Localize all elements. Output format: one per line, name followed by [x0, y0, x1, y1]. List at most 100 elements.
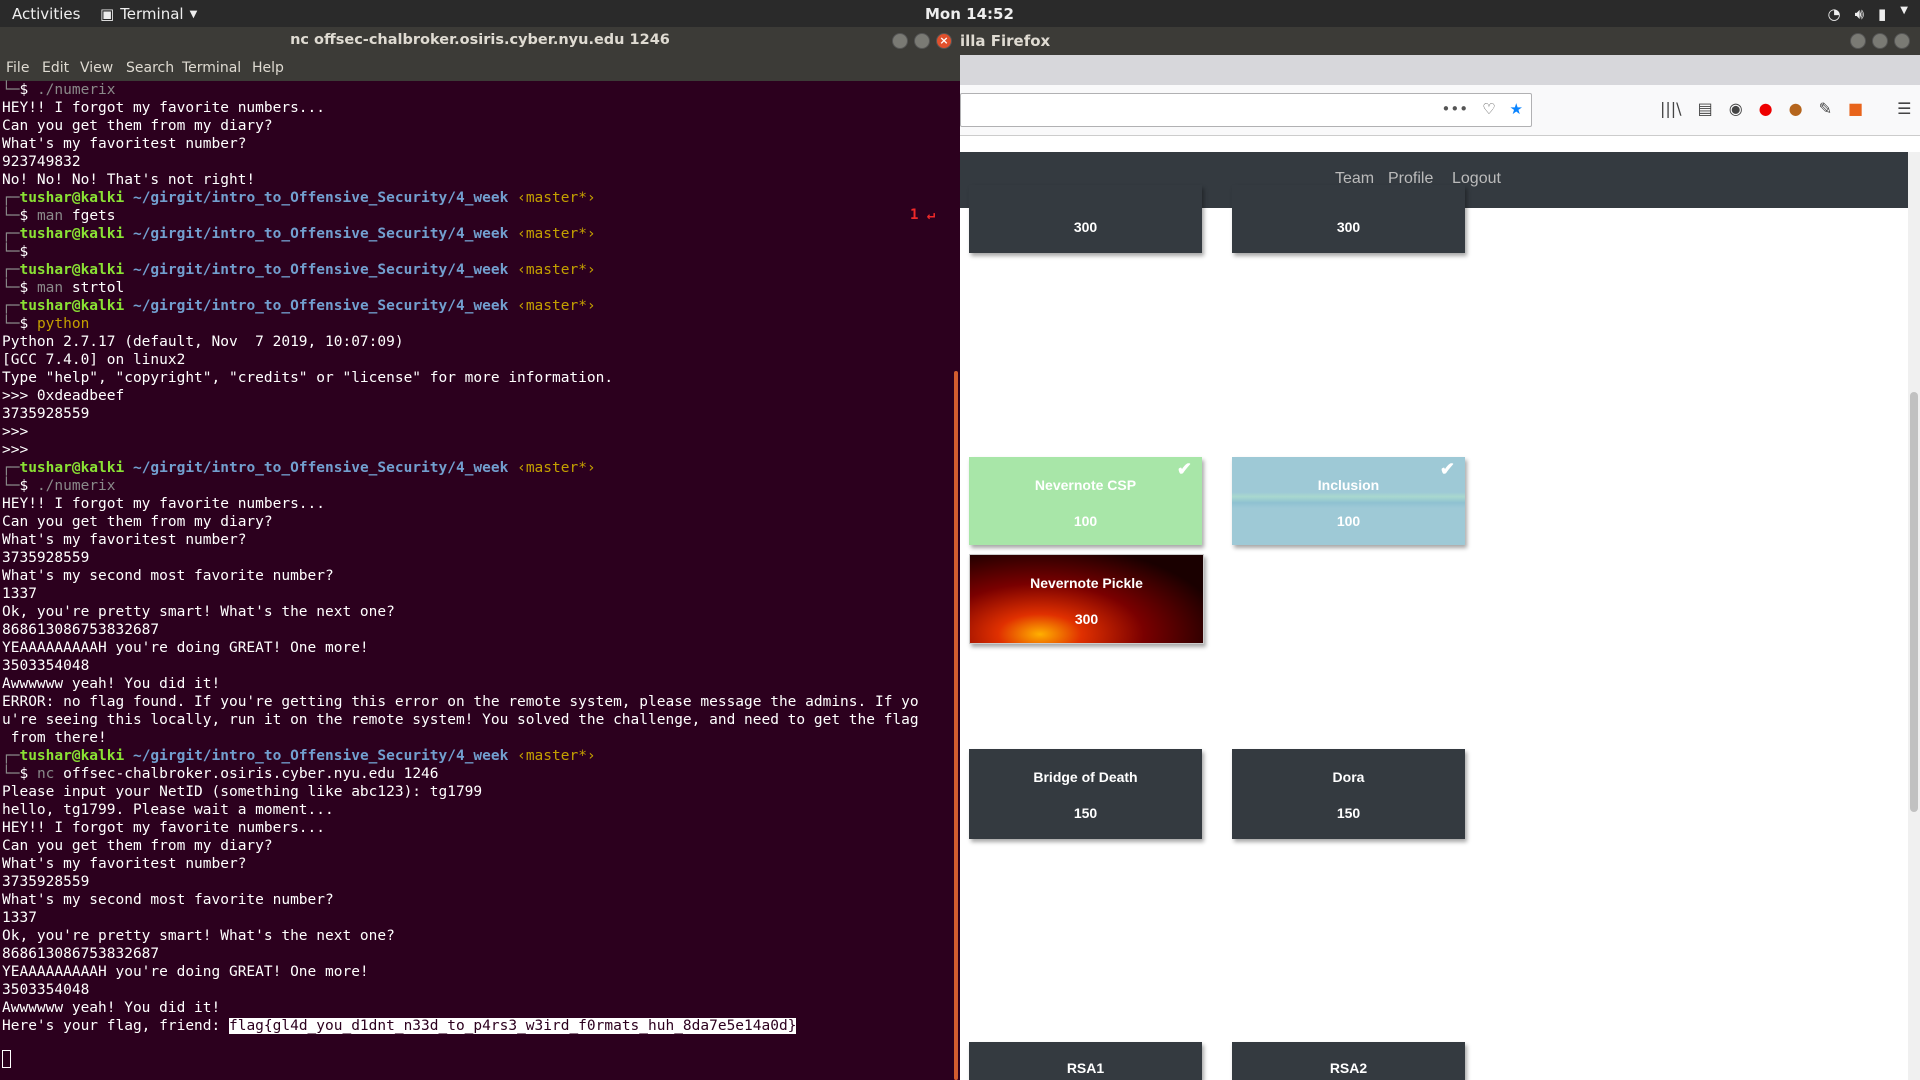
terminal-scrollbar[interactable]: [948, 81, 960, 1080]
library-icon[interactable]: |||\: [1660, 99, 1682, 118]
minimize-button[interactable]: [1850, 33, 1866, 49]
extension-o-icon[interactable]: ●: [1759, 99, 1773, 118]
app-menu[interactable]: ▣ Terminal ▼: [100, 5, 197, 23]
battery-icon: ▮: [1878, 5, 1887, 23]
challenge-name: Bridge of Death: [1033, 769, 1138, 785]
terminal-line: 3735928559: [2, 874, 90, 890]
terminal-line: Type "help", "copyright", "credits" or "…: [2, 370, 614, 386]
command-text: ./numerix: [36, 82, 116, 98]
terminal-line: Can you get them from my diary?: [2, 514, 273, 530]
terminal-line: 868613086753832687: [2, 946, 160, 962]
prompt-branch: ‹master*›: [517, 298, 596, 314]
terminal-line: No! No! No! That's not right!: [2, 172, 256, 188]
firefox-nav-bar: ••• ♡ ★ |||\ ▤ ◉ ● ● ✎ ■ ☰: [960, 85, 1920, 136]
terminal-app-icon: ▣: [100, 5, 115, 23]
flag-prefix: Here's your flag, friend:: [2, 1018, 229, 1034]
extension-notify-icon[interactable]: ✎: [1819, 99, 1832, 118]
url-bar[interactable]: ••• ♡ ★: [960, 93, 1532, 127]
firefox-titlebar[interactable]: illa Firefox: [960, 27, 1920, 55]
challenge-card[interactable]: RSA2: [1232, 1042, 1465, 1080]
maximize-button[interactable]: [914, 33, 930, 49]
menu-help[interactable]: Help: [252, 60, 284, 76]
extension-s-icon[interactable]: ■: [1848, 99, 1863, 118]
terminal-title: nc offsec-chalbroker.osiris.cyber.nyu.ed…: [290, 32, 670, 48]
challenge-name: RSA2: [1329, 1060, 1368, 1076]
terminal-line: HEY!! I forgot my favorite numbers...: [2, 496, 326, 512]
minimize-button[interactable]: [892, 33, 908, 49]
firefox-title: illa Firefox: [960, 32, 1051, 50]
challenge-card[interactable]: Bridge of Death 150: [969, 749, 1202, 839]
terminal-line: 3503354048: [2, 982, 90, 998]
terminal-line: [GCC 7.4.0] on linux2: [2, 352, 186, 368]
terminal-line: ERROR: no flag found. If you're getting …: [2, 694, 919, 710]
clock[interactable]: Mon 14:52: [925, 5, 1014, 23]
terminal-line: 3735928559: [2, 406, 90, 422]
challenge-card[interactable]: 300: [969, 185, 1202, 253]
prompt-line: ┌─tushar@kalki ~/girgit/intro_to_Offensi…: [2, 226, 596, 242]
menu-view[interactable]: View: [80, 60, 113, 76]
terminal-line: └─$ man strtol: [2, 280, 125, 296]
prompt-user: tushar@kalki: [19, 460, 125, 476]
terminal-line: Awwwwww yeah! You did it!: [2, 1000, 221, 1016]
menu-edit[interactable]: Edit: [42, 60, 69, 76]
app-menu-label: Terminal: [120, 5, 184, 23]
challenge-card[interactable]: Nevernote Pickle 300: [969, 554, 1204, 644]
terminal-line: What's my favoritest number?: [2, 136, 247, 152]
terminal-line: What's my second most favorite number?: [2, 568, 334, 584]
page-scrollbar[interactable]: [1908, 152, 1920, 1080]
challenge-name: Nevernote CSP: [1034, 477, 1137, 493]
activities-button[interactable]: Activities: [12, 5, 80, 23]
terminal-line: Can you get them from my diary?: [2, 118, 273, 134]
terminal-line: 868613086753832687: [2, 622, 160, 638]
terminal-line: Awwwwww yeah! You did it!: [2, 676, 221, 692]
prompt-line: ┌─tushar@kalki ~/girgit/intro_to_Offensi…: [2, 460, 596, 476]
challenge-card[interactable]: Dora 150: [1232, 749, 1465, 839]
challenge-card-solved[interactable]: ✔ Nevernote CSP 100: [969, 457, 1202, 545]
terminal-line: └─$ ./numerix: [2, 82, 116, 98]
challenge-points: 300: [1073, 219, 1098, 235]
chevron-down-icon: ▼: [189, 8, 198, 20]
close-button[interactable]: [1894, 33, 1910, 49]
prompt-branch: ‹master*›: [517, 226, 596, 242]
prompt-user: tushar@kalki: [19, 262, 125, 278]
menu-terminal[interactable]: Terminal: [182, 60, 241, 76]
account-icon[interactable]: ◉: [1729, 99, 1743, 118]
challenge-points: 150: [1073, 805, 1098, 821]
system-tray[interactable]: ◔ 🔊︎ ▮ ▼: [1827, 5, 1908, 23]
flag-selection[interactable]: flag{gl4d_you_d1dnt_n33d_to_p4rs3_w3ird_…: [228, 1018, 797, 1034]
prompt-user: tushar@kalki: [19, 226, 125, 242]
menu-file[interactable]: File: [6, 60, 29, 76]
challenge-card[interactable]: 300: [1232, 185, 1465, 253]
prompt-path: ~/girgit/intro_to_Offensive_Security/4_w…: [132, 226, 509, 242]
sidebar-icon[interactable]: ▤: [1698, 99, 1713, 118]
prompt-user: tushar@kalki: [19, 748, 125, 764]
extension-cookie-icon[interactable]: ●: [1789, 99, 1803, 118]
firefox-tab-bar[interactable]: [960, 55, 1920, 85]
terminal-line: Ok, you're pretty smart! What's the next…: [2, 928, 395, 944]
menu-search[interactable]: Search: [126, 60, 174, 76]
prompt-user: tushar@kalki: [19, 190, 125, 206]
hamburger-menu-icon[interactable]: ☰: [1897, 99, 1911, 118]
terminal-line: └─$ ./numerix: [2, 478, 116, 494]
terminal-line: HEY!! I forgot my favorite numbers...: [2, 820, 326, 836]
challenge-points: 300: [1336, 219, 1361, 235]
challenge-card-solved[interactable]: ✔ Inclusion 100: [1232, 457, 1465, 545]
terminal-line: >>> 0xdeadbeef: [2, 388, 125, 404]
maximize-button[interactable]: [1872, 33, 1888, 49]
challenge-points: 300: [1074, 611, 1099, 627]
prompt-path: ~/girgit/intro_to_Offensive_Security/4_w…: [132, 748, 509, 764]
terminal-line: Python 2.7.17 (default, Nov 7 2019, 10:0…: [2, 334, 404, 350]
terminal-line: 1337: [2, 586, 37, 602]
bookmark-star-icon[interactable]: ★: [1510, 100, 1523, 118]
terminal-titlebar[interactable]: nc offsec-chalbroker.osiris.cyber.nyu.ed…: [0, 27, 960, 55]
close-icon[interactable]: ×: [936, 33, 952, 49]
challenge-name: Inclusion: [1317, 477, 1380, 493]
challenge-card[interactable]: RSA1: [969, 1042, 1202, 1080]
pocket-icon[interactable]: ♡: [1482, 100, 1495, 118]
prompt-line: ┌─tushar@kalki ~/girgit/intro_to_Offensi…: [2, 262, 596, 278]
prompt-user: tushar@kalki: [19, 298, 125, 314]
more-actions-icon[interactable]: •••: [1442, 100, 1469, 118]
challenge-points: 150: [1336, 805, 1361, 821]
challenge-name: RSA1: [1066, 1060, 1105, 1076]
terminal-line: 923749832: [2, 154, 81, 170]
